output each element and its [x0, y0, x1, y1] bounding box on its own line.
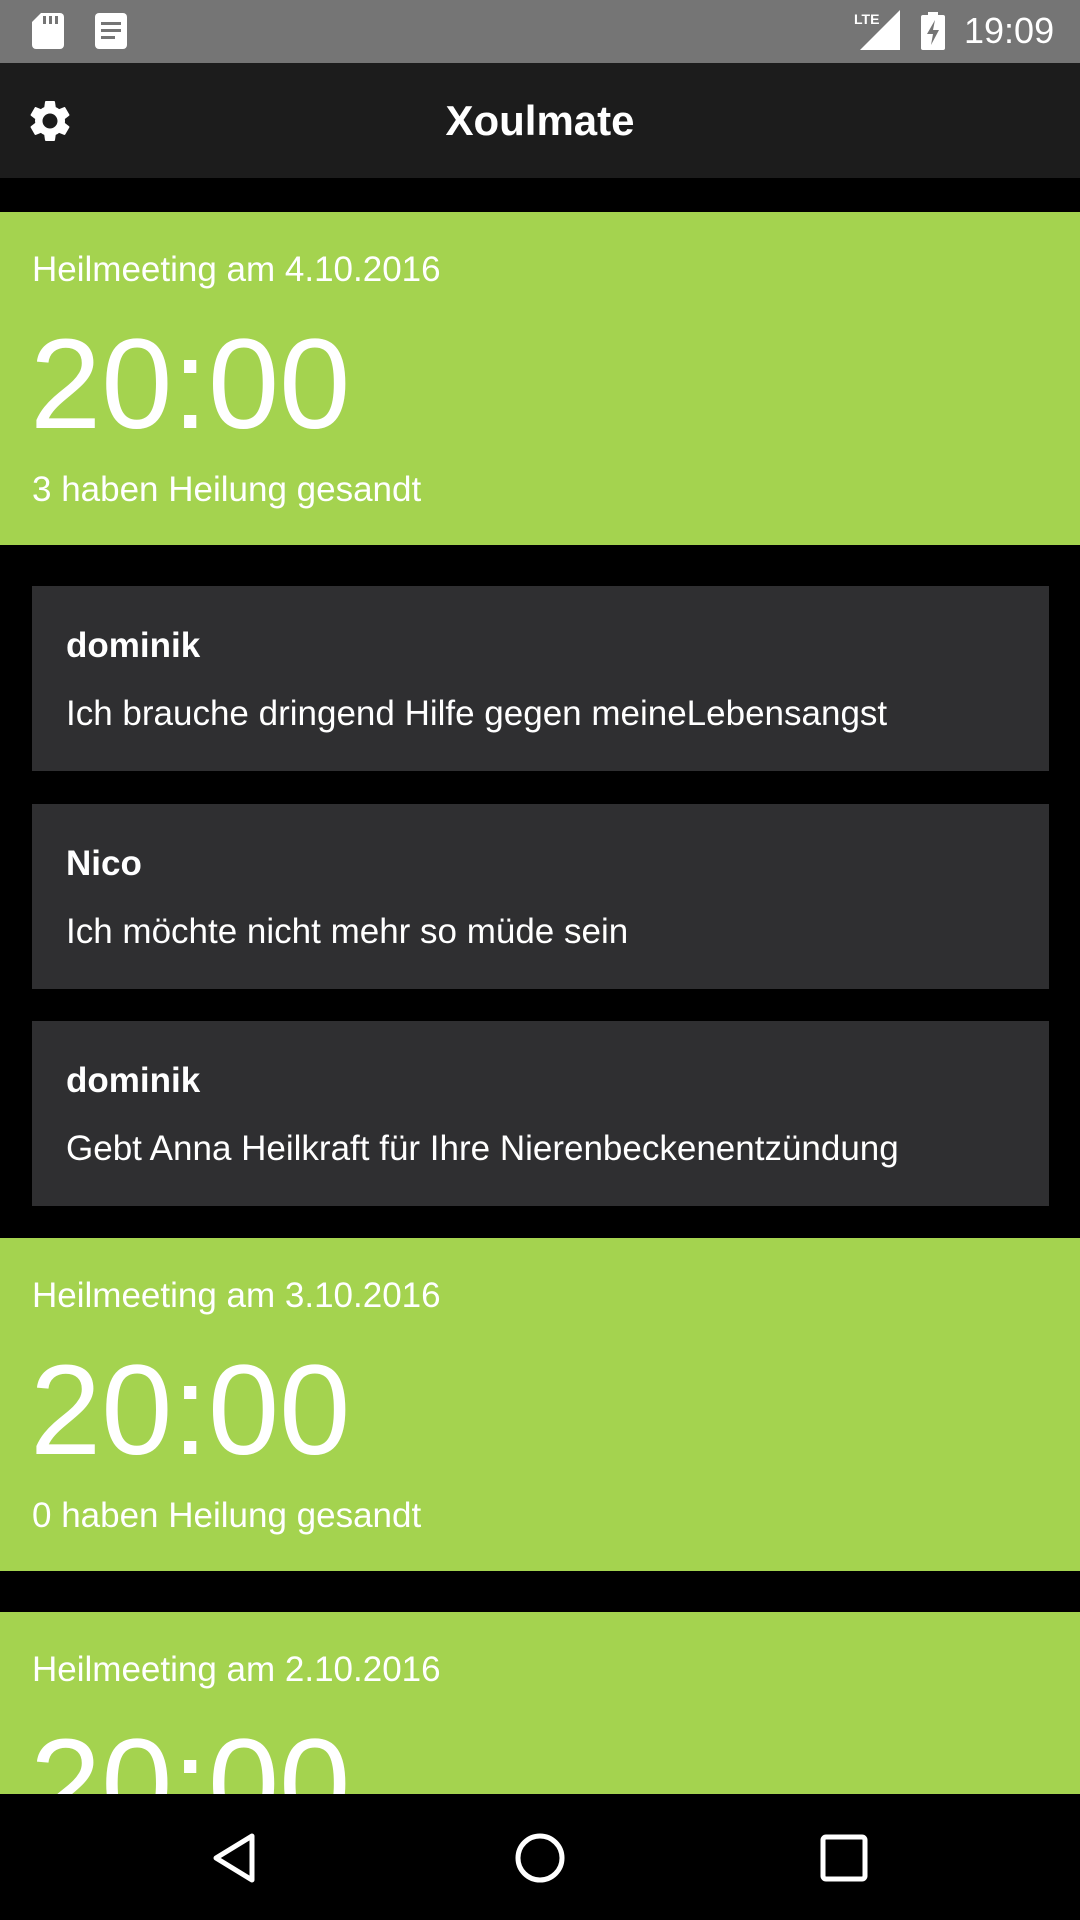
- meeting-time: 20:00: [30, 1339, 351, 1482]
- back-icon[interactable]: [210, 1832, 262, 1884]
- status-time: 19:09: [964, 10, 1055, 51]
- message-author: dominik: [66, 1061, 201, 1100]
- gear-icon[interactable]: [25, 96, 75, 146]
- recents-icon[interactable]: [818, 1832, 870, 1884]
- meeting-card[interactable]: Heilmeeting am 4.10.2016 20:00 3 haben H…: [0, 212, 1080, 545]
- meeting-date: Heilmeeting am 2.10.2016: [32, 1650, 441, 1689]
- meeting-date: Heilmeeting am 3.10.2016: [32, 1276, 441, 1315]
- screen: LTE 19:09 Xoulmate Heilmeeting am 4.10.2…: [0, 0, 1080, 1920]
- meeting-time: 20:00: [30, 1713, 351, 1795]
- meeting-time: 20:00: [30, 313, 351, 456]
- battery-charging-icon: [921, 12, 945, 50]
- meeting-date: Heilmeeting am 4.10.2016: [32, 250, 441, 289]
- lte-signal-icon: LTE: [854, 10, 900, 50]
- sd-card-icon: [32, 13, 64, 49]
- meeting-healing-count: 0 haben Heilung gesandt: [32, 1496, 422, 1535]
- message-card[interactable]: Nico Ich möchte nicht mehr so müde sein: [32, 804, 1049, 989]
- meeting-card[interactable]: Heilmeeting am 2.10.2016 20:00: [0, 1612, 1080, 1794]
- app-title: Xoulmate: [445, 97, 635, 144]
- message-author: Nico: [66, 844, 142, 883]
- svg-text:LTE: LTE: [854, 11, 879, 27]
- home-icon[interactable]: [514, 1832, 566, 1884]
- meeting-healing-count: 3 haben Heilung gesandt: [32, 470, 422, 509]
- message-text: Gebt Anna Heilkraft für Ihre Nierenbecke…: [66, 1129, 899, 1168]
- message-card[interactable]: dominik Ich brauche dringend Hilfe gegen…: [32, 586, 1049, 771]
- message-card[interactable]: dominik Gebt Anna Heilkraft für Ihre Nie…: [32, 1021, 1049, 1206]
- notes-icon: [95, 13, 127, 49]
- status-bar: LTE 19:09: [0, 0, 1080, 63]
- message-text: Ich möchte nicht mehr so müde sein: [66, 912, 629, 951]
- app-bar: Xoulmate: [0, 63, 1080, 178]
- message-author: dominik: [66, 626, 201, 665]
- message-text: Ich brauche dringend Hilfe gegen meineLe…: [66, 694, 888, 733]
- meeting-card[interactable]: Heilmeeting am 3.10.2016 20:00 0 haben H…: [0, 1238, 1080, 1571]
- navigation-bar: [0, 1794, 1080, 1920]
